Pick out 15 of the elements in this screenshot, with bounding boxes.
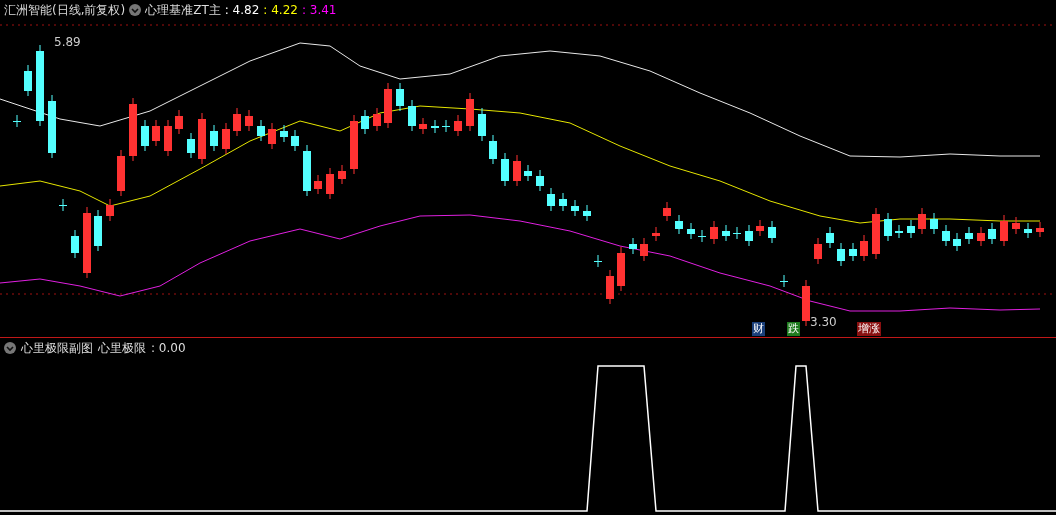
indicator-value: : 0.00 [151,341,186,355]
event-tag[interactable]: 跌 [787,322,800,336]
dropdown-icon[interactable] [129,4,142,16]
indicator-name: 心理基准ZT主 [145,1,221,19]
price-label: 5.89 [54,35,81,49]
event-tag[interactable]: 增涨 [857,322,881,336]
event-tag[interactable]: 财 [752,322,765,336]
dropdown-icon[interactable] [4,342,16,354]
price-label: 3.30 [810,315,837,329]
indicator-name: 心里极限 [98,339,146,357]
indicator-value: : 4.82 [224,3,260,17]
indicator-value: : 4.22 [263,3,298,17]
indicator-value: : 3.41 [301,3,337,17]
panel-title: 心里极限副图 [21,339,93,357]
chart-title: 汇洲智能(日线,前复权) [4,1,126,19]
